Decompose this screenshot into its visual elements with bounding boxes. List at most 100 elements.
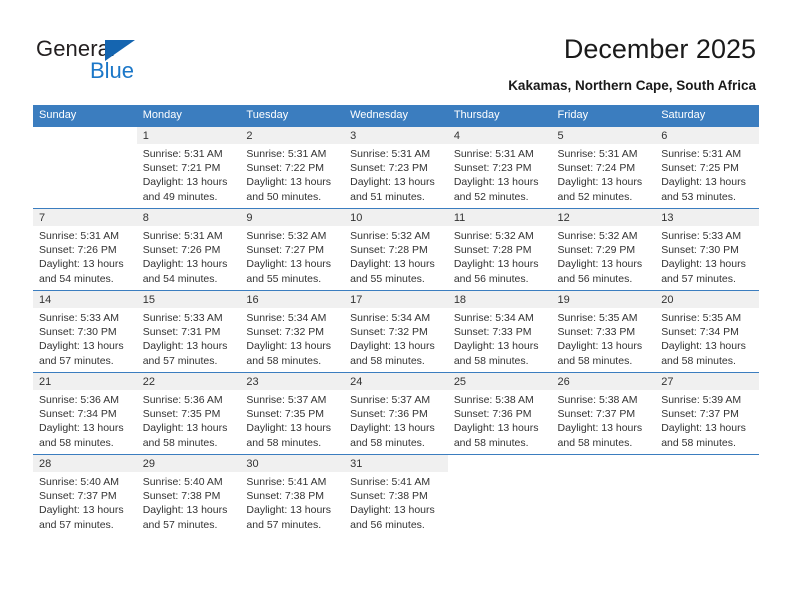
calendar-day-cell[interactable]: 14 Sunrise: 5:33 AM Sunset: 7:30 PM Dayligh… [33, 290, 137, 373]
calendar-day-cell[interactable]: 11 Sunrise: 5:32 AM Sunset: 7:28 PM Dayligh… [447, 208, 552, 291]
calendar-day-cell[interactable]: 21 Sunrise: 5:36 AM Sunset: 7:34 PM Dayligh… [33, 372, 137, 455]
day-number: 30 [240, 455, 345, 472]
calendar-day-cell[interactable]: 15 Sunrise: 5:33 AM Sunset: 7:31 PM Dayligh… [136, 290, 241, 373]
calendar-day-cell[interactable]: 20 Sunrise: 5:35 AM Sunset: 7:34 PM Dayligh… [655, 290, 759, 373]
calendar-day-cell[interactable]: 4 Sunrise: 5:31 AM Sunset: 7:23 PM Daylight… [447, 127, 552, 209]
calendar-day-cell[interactable]: 2 Sunrise: 5:31 AM Sunset: 7:22 PM Daylight… [240, 127, 345, 209]
daylight-duration-line1: Daylight: 13 hours [557, 176, 643, 189]
sunset-time: Sunset: 7:29 PM [557, 244, 636, 257]
calendar-day-cell[interactable]: 31 Sunrise: 5:41 AM Sunset: 7:38 PM Dayligh… [344, 454, 448, 536]
day-cell-content: 7 Sunrise: 5:31 AM Sunset: 7:26 PM Daylight… [33, 209, 137, 290]
calendar-day-cell[interactable]: 26 Sunrise: 5:38 AM Sunset: 7:37 PM Dayligh… [551, 372, 656, 455]
day-number: 6 [655, 127, 759, 144]
calendar-day-cell[interactable]: 6 Sunrise: 5:31 AM Sunset: 7:25 PM Daylight… [655, 127, 759, 209]
day-cell-content [655, 455, 759, 536]
day-sun-info: Sunrise: 5:36 AM Sunset: 7:34 PM Daylight:… [33, 390, 137, 450]
sunrise-time: Sunrise: 5:37 AM [246, 394, 327, 406]
sunrise-time: Sunrise: 5:34 AM [453, 312, 534, 324]
day-number: 5 [551, 127, 656, 144]
day-cell-content: 29 Sunrise: 5:40 AM Sunset: 7:38 PM Dayligh… [136, 455, 241, 536]
day-cell-content: 2 Sunrise: 5:31 AM Sunset: 7:22 PM Daylight… [240, 127, 345, 208]
calendar-day-cell[interactable]: 13 Sunrise: 5:33 AM Sunset: 7:30 PM Dayligh… [655, 208, 759, 291]
day-number: 16 [240, 291, 345, 308]
sunset-time: Sunset: 7:30 PM [39, 326, 117, 339]
day-sun-info: Sunrise: 5:32 AM Sunset: 7:29 PM Daylight:… [552, 226, 656, 286]
sunrise-time: Sunrise: 5:31 AM [557, 148, 638, 160]
calendar-day-cell[interactable]: 27 Sunrise: 5:39 AM Sunset: 7:37 PM Dayligh… [655, 372, 759, 455]
day-sun-info: Sunrise: 5:37 AM Sunset: 7:35 PM Daylight:… [240, 390, 344, 450]
sunrise-time: Sunrise: 5:31 AM [350, 148, 431, 160]
calendar-day-cell[interactable]: 8 Sunrise: 5:31 AM Sunset: 7:26 PM Daylight… [136, 208, 241, 291]
day-sun-info: Sunrise: 5:31 AM Sunset: 7:22 PM Daylight:… [240, 144, 344, 204]
calendar-day-cell[interactable]: 24 Sunrise: 5:37 AM Sunset: 7:36 PM Dayligh… [344, 372, 448, 455]
day-cell-content [33, 127, 137, 208]
sunrise-time: Sunrise: 5:31 AM [142, 148, 223, 160]
calendar-day-cell[interactable]: 18 Sunrise: 5:34 AM Sunset: 7:33 PM Dayligh… [447, 290, 552, 373]
page-header: General Blue December 2025 Kakamas, Nort… [0, 0, 792, 100]
daylight-duration-line2: and 54 minutes. [142, 272, 218, 285]
day-number: 10 [344, 209, 448, 226]
calendar-day-cell[interactable]: 19 Sunrise: 5:35 AM Sunset: 7:33 PM Dayligh… [551, 290, 656, 373]
day-number: 26 [551, 373, 656, 390]
calendar-day-cell[interactable]: 30 Sunrise: 5:41 AM Sunset: 7:38 PM Dayligh… [240, 454, 345, 536]
daylight-duration-line2: and 57 minutes. [246, 518, 322, 531]
day-sun-info: Sunrise: 5:33 AM Sunset: 7:30 PM Daylight:… [655, 226, 759, 286]
daylight-duration-line1: Daylight: 13 hours [142, 340, 228, 353]
day-sun-info: Sunrise: 5:39 AM Sunset: 7:37 PM Daylight:… [655, 390, 759, 450]
day-cell-content [551, 455, 656, 536]
calendar-day-cell[interactable]: 16 Sunrise: 5:34 AM Sunset: 7:32 PM Dayligh… [240, 290, 345, 373]
sunrise-time: Sunrise: 5:36 AM [39, 394, 119, 406]
calendar-day-cell[interactable]: 9 Sunrise: 5:32 AM Sunset: 7:27 PM Daylight… [240, 208, 345, 291]
sunrise-time: Sunrise: 5:41 AM [350, 476, 431, 488]
calendar-day-cell[interactable]: 29 Sunrise: 5:40 AM Sunset: 7:38 PM Dayligh… [136, 454, 241, 536]
weekday-header-tuesday: Tuesday [240, 105, 345, 127]
weekday-header-thursday: Thursday [447, 105, 552, 127]
day-number: 9 [240, 209, 345, 226]
sunrise-time: Sunrise: 5:33 AM [661, 230, 742, 242]
calendar-day-cell[interactable]: 1 Sunrise: 5:31 AM Sunset: 7:21 PM Daylight… [136, 127, 241, 209]
day-sun-info: Sunrise: 5:31 AM Sunset: 7:26 PM Daylight:… [137, 226, 241, 286]
sunset-time: Sunset: 7:25 PM [661, 162, 739, 175]
daylight-duration-line2: and 58 minutes. [39, 436, 114, 449]
calendar-day-cell[interactable]: 23 Sunrise: 5:37 AM Sunset: 7:35 PM Dayligh… [240, 372, 345, 455]
calendar-day-cell[interactable]: 28 Sunrise: 5:40 AM Sunset: 7:37 PM Dayligh… [33, 454, 137, 536]
sunset-time: Sunset: 7:23 PM [453, 162, 532, 175]
day-cell-content: 17 Sunrise: 5:34 AM Sunset: 7:32 PM Dayligh… [344, 291, 448, 372]
day-sun-info: Sunrise: 5:32 AM Sunset: 7:27 PM Daylight:… [240, 226, 344, 286]
day-number: 27 [655, 373, 759, 390]
general-blue-logo: General Blue [36, 36, 166, 83]
sunset-time: Sunset: 7:26 PM [39, 244, 117, 257]
weekday-header-friday: Friday [551, 105, 656, 127]
daylight-duration-line1: Daylight: 13 hours [350, 422, 435, 435]
day-cell-content [447, 455, 552, 536]
calendar-day-cell[interactable]: 12 Sunrise: 5:32 AM Sunset: 7:29 PM Dayligh… [551, 208, 656, 291]
calendar-day-cell[interactable]: 17 Sunrise: 5:34 AM Sunset: 7:32 PM Dayligh… [344, 290, 448, 373]
day-cell-content: 16 Sunrise: 5:34 AM Sunset: 7:32 PM Dayligh… [240, 291, 345, 372]
daylight-duration-line2: and 53 minutes. [661, 190, 736, 203]
sunrise-time: Sunrise: 5:37 AM [350, 394, 431, 406]
calendar-day-cell[interactable]: 10 Sunrise: 5:32 AM Sunset: 7:28 PM Dayligh… [344, 208, 448, 291]
daylight-duration-line1: Daylight: 13 hours [142, 258, 228, 271]
daylight-duration-line1: Daylight: 13 hours [142, 176, 228, 189]
calendar-day-cell[interactable]: 5 Sunrise: 5:31 AM Sunset: 7:24 PM Daylight… [551, 127, 656, 209]
day-cell-content: 14 Sunrise: 5:33 AM Sunset: 7:30 PM Dayligh… [33, 291, 137, 372]
calendar-day-cell[interactable]: 3 Sunrise: 5:31 AM Sunset: 7:23 PM Daylight… [344, 127, 448, 209]
sunrise-time: Sunrise: 5:34 AM [350, 312, 431, 324]
day-sun-info: Sunrise: 5:37 AM Sunset: 7:36 PM Daylight:… [344, 390, 448, 450]
day-cell-content: 8 Sunrise: 5:31 AM Sunset: 7:26 PM Daylight… [136, 209, 241, 290]
daylight-duration-line2: and 57 minutes. [142, 518, 218, 531]
daylight-duration-line1: Daylight: 13 hours [39, 422, 124, 435]
day-sun-info: Sunrise: 5:41 AM Sunset: 7:38 PM Daylight:… [344, 472, 448, 532]
calendar-day-cell[interactable]: 7 Sunrise: 5:31 AM Sunset: 7:26 PM Daylight… [33, 208, 137, 291]
calendar-day-cell[interactable]: 22 Sunrise: 5:36 AM Sunset: 7:35 PM Dayligh… [136, 372, 241, 455]
day-sun-info: Sunrise: 5:31 AM Sunset: 7:23 PM Daylight:… [448, 144, 552, 204]
day-cell-content: 25 Sunrise: 5:38 AM Sunset: 7:36 PM Dayligh… [447, 373, 552, 454]
page-subtitle-location: Kakamas, Northern Cape, South Africa [508, 78, 756, 93]
day-cell-content: 26 Sunrise: 5:38 AM Sunset: 7:37 PM Dayligh… [551, 373, 656, 454]
day-number: 19 [551, 291, 656, 308]
daylight-duration-line1: Daylight: 13 hours [557, 258, 643, 271]
day-sun-info: Sunrise: 5:34 AM Sunset: 7:32 PM Daylight:… [344, 308, 448, 368]
day-number: 11 [447, 209, 552, 226]
calendar-day-cell[interactable]: 25 Sunrise: 5:38 AM Sunset: 7:36 PM Dayligh… [447, 372, 552, 455]
day-sun-info: Sunrise: 5:34 AM Sunset: 7:33 PM Daylight:… [448, 308, 552, 368]
